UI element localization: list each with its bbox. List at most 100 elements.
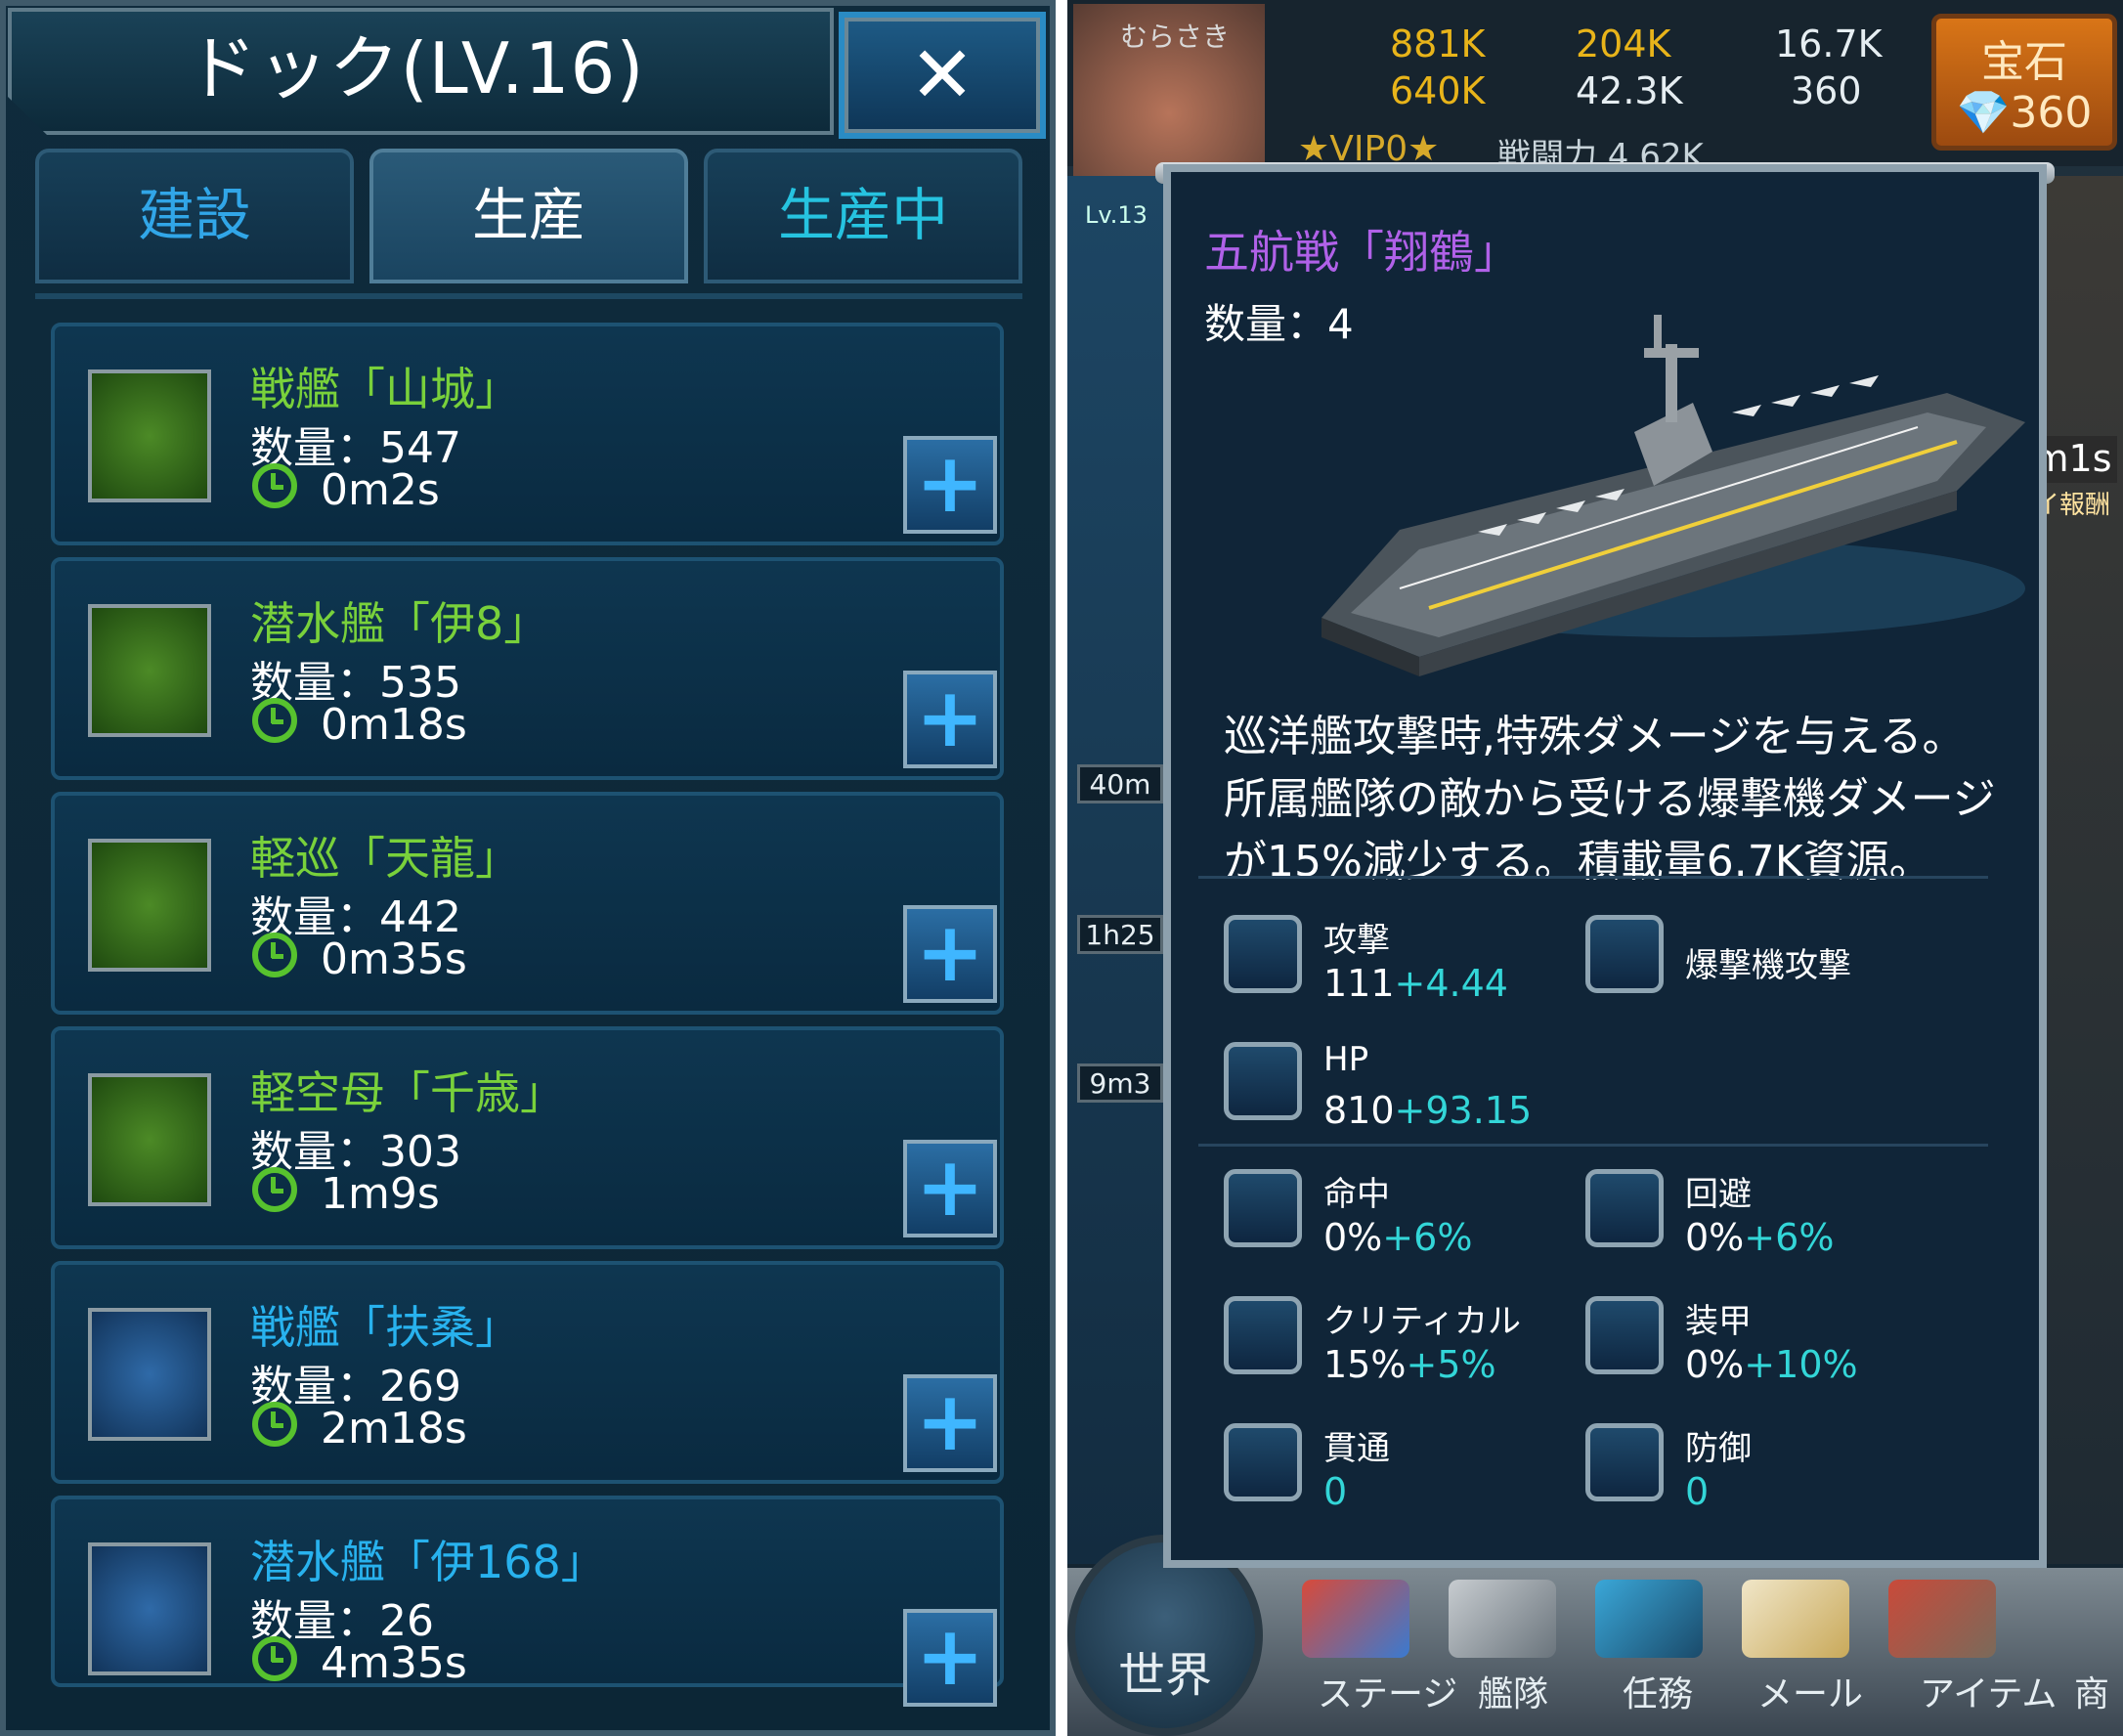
produce-plus-button[interactable]: + (903, 1140, 997, 1237)
ship-card: 戦艦「扶桑」 数量：269 2m18s + (51, 1261, 1004, 1484)
ship-card: 軽巡「天龍」 数量：442 0m35s + (51, 792, 1004, 1015)
armor-icon (1585, 1296, 1664, 1374)
produce-plus-button[interactable]: + (903, 436, 997, 534)
battleship-icon (88, 369, 211, 502)
mission-icon[interactable] (1595, 1580, 1703, 1658)
ship-title: 五航戦「翔鶴」 (1204, 226, 1519, 279)
fleet-icon[interactable] (1449, 1580, 1556, 1658)
stat-accuracy-label: 命中 (1323, 1175, 1390, 1214)
plus-icon: + (915, 1373, 985, 1469)
ship-name: 潜水艦「伊8」 (250, 597, 549, 650)
clock-icon (252, 1167, 297, 1212)
tab-build[interactable]: 建設 (35, 149, 354, 283)
target-icon (1224, 1169, 1302, 1247)
mail-icon[interactable] (1742, 1580, 1849, 1658)
resource-iron: 42.3K (1576, 69, 1683, 112)
bomber-icon (1585, 915, 1664, 993)
stat-hp-value: 810+93.15 (1323, 1089, 1533, 1132)
clock-icon (252, 1402, 297, 1447)
description-line: 所属艦隊の敵から受ける爆撃機ダメージ (1224, 774, 1996, 824)
produce-plus-button[interactable]: + (903, 1374, 997, 1472)
ship-list: 戦艦「山城」 数量：547 0m2s + 潜水艦「伊8」 数量：535 0m18… (35, 293, 1022, 1707)
gem-value: 💎360 (1956, 88, 2093, 138)
plus-icon: + (915, 1139, 985, 1235)
ship-name: 軽巡「天龍」 (250, 832, 520, 885)
stat-critical-value: 15%+5% (1323, 1343, 1496, 1386)
queue-timer: 1h25 (1077, 915, 1163, 954)
stat-bomber-label: 爆撃機攻撃 (1685, 946, 1851, 985)
clock-icon (252, 1636, 297, 1681)
nav-mission[interactable]: 任務 (1623, 1666, 1693, 1716)
resource-ammo: 16.7K (1775, 22, 1883, 65)
nav-stage[interactable]: ステージ (1318, 1666, 1457, 1716)
stat-defense-value: 0 (1685, 1470, 1710, 1513)
heart-icon (1224, 1042, 1302, 1120)
ship-name: 戦艦「山城」 (250, 363, 520, 415)
item-icon[interactable] (1888, 1580, 1996, 1658)
stat-attack-value: 111+4.44 (1323, 962, 1508, 1005)
nav-fleet[interactable]: 艦隊 (1478, 1666, 1548, 1716)
submarine-icon (88, 1542, 211, 1675)
resource-fuel: 640K (1390, 69, 1486, 112)
plus-icon: + (915, 904, 985, 1000)
stat-pierce-label: 貫通 (1323, 1429, 1390, 1468)
player-level: Lv.13 (1085, 201, 1148, 229)
stat-hp-label: HP (1323, 1040, 1369, 1079)
shield-icon (1585, 1423, 1664, 1501)
ship-build-time: 0m35s (321, 934, 467, 984)
pierce-icon (1224, 1423, 1302, 1501)
close-button[interactable]: ✕ (839, 12, 1046, 139)
nav-shop[interactable]: 商 (2074, 1666, 2109, 1716)
ship-description: 巡洋艦攻撃時,特殊ダメージを与える。 所属艦隊の敵から受ける爆撃機ダメージ が1… (1224, 706, 2025, 893)
gear-icon (1585, 1169, 1664, 1247)
submarine-icon (88, 604, 211, 737)
ship-card: 潜水艦「伊8」 数量：535 0m18s + (51, 557, 1004, 780)
battleship-icon (88, 1308, 211, 1441)
world-label: 世界 (1117, 1648, 1212, 1703)
stat-attack-label: 攻撃 (1323, 921, 1390, 960)
stat-accuracy-value: 0%+6% (1323, 1216, 1473, 1259)
plus-icon: + (915, 435, 985, 531)
dock-title: ドック(LV.16) (186, 27, 645, 109)
produce-plus-button[interactable]: + (903, 671, 997, 768)
ship-name: 潜水艦「伊168」 (250, 1536, 606, 1588)
nav-mail[interactable]: メール (1757, 1666, 1863, 1716)
clock-icon (252, 463, 297, 508)
ship-build-time: 1m9s (321, 1169, 440, 1219)
stat-pierce-value: 0 (1323, 1470, 1348, 1513)
ship-build-time: 0m18s (321, 700, 467, 750)
tab-in-production[interactable]: 生産中 (704, 149, 1022, 283)
ship-card: 戦艦「山城」 数量：547 0m2s + (51, 323, 1004, 545)
gem-shop-button[interactable]: 宝石 💎360 (1931, 14, 2117, 151)
clock-icon (252, 698, 297, 743)
plus-icon: + (915, 670, 985, 765)
carrier-icon (88, 1073, 211, 1206)
close-icon: ✕ (909, 29, 975, 120)
ship-card: 潜水艦「伊168」 数量：26 4m35s + (51, 1496, 1004, 1707)
cruiser-icon (88, 839, 211, 972)
resource-steel: 204K (1576, 22, 1671, 65)
left-sidebar (1067, 176, 1173, 1564)
divider (1198, 1144, 1988, 1147)
ship-info-screen: むらさき 881K 204K 16.7K 640K 42.3K 360 宝石 💎… (1067, 0, 2123, 1736)
stat-armor-value: 0%+10% (1685, 1343, 1858, 1386)
stat-evasion-value: 0%+6% (1685, 1216, 1835, 1259)
ship-build-time: 2m18s (321, 1404, 467, 1454)
ship-name: 軽空母「千歳」 (250, 1066, 565, 1119)
stat-armor-label: 装甲 (1685, 1302, 1752, 1341)
ship-name: 戦艦「扶桑」 (250, 1301, 520, 1354)
description-line: 巡洋艦攻撃時,特殊ダメージを与える。 (1224, 712, 1966, 761)
dock-tabs: 建設 生産 生産中 (35, 149, 1022, 283)
produce-plus-button[interactable]: + (903, 1609, 997, 1707)
aircraft-carrier-image (1321, 315, 2025, 676)
stage-icon[interactable] (1302, 1580, 1409, 1658)
tab-produce[interactable]: 生産 (369, 149, 688, 283)
bullet-icon (1224, 915, 1302, 993)
plus-icon: + (915, 1608, 985, 1704)
produce-plus-button[interactable]: + (903, 905, 997, 1003)
clock-icon (252, 933, 297, 977)
resource-diamond: 360 (1791, 69, 1862, 112)
description-line: が15%減少する。積載量6.7K資源。 (1224, 837, 1932, 887)
nav-item[interactable]: アイテム (1920, 1666, 2057, 1716)
stat-critical-label: クリティカル (1323, 1302, 1521, 1341)
